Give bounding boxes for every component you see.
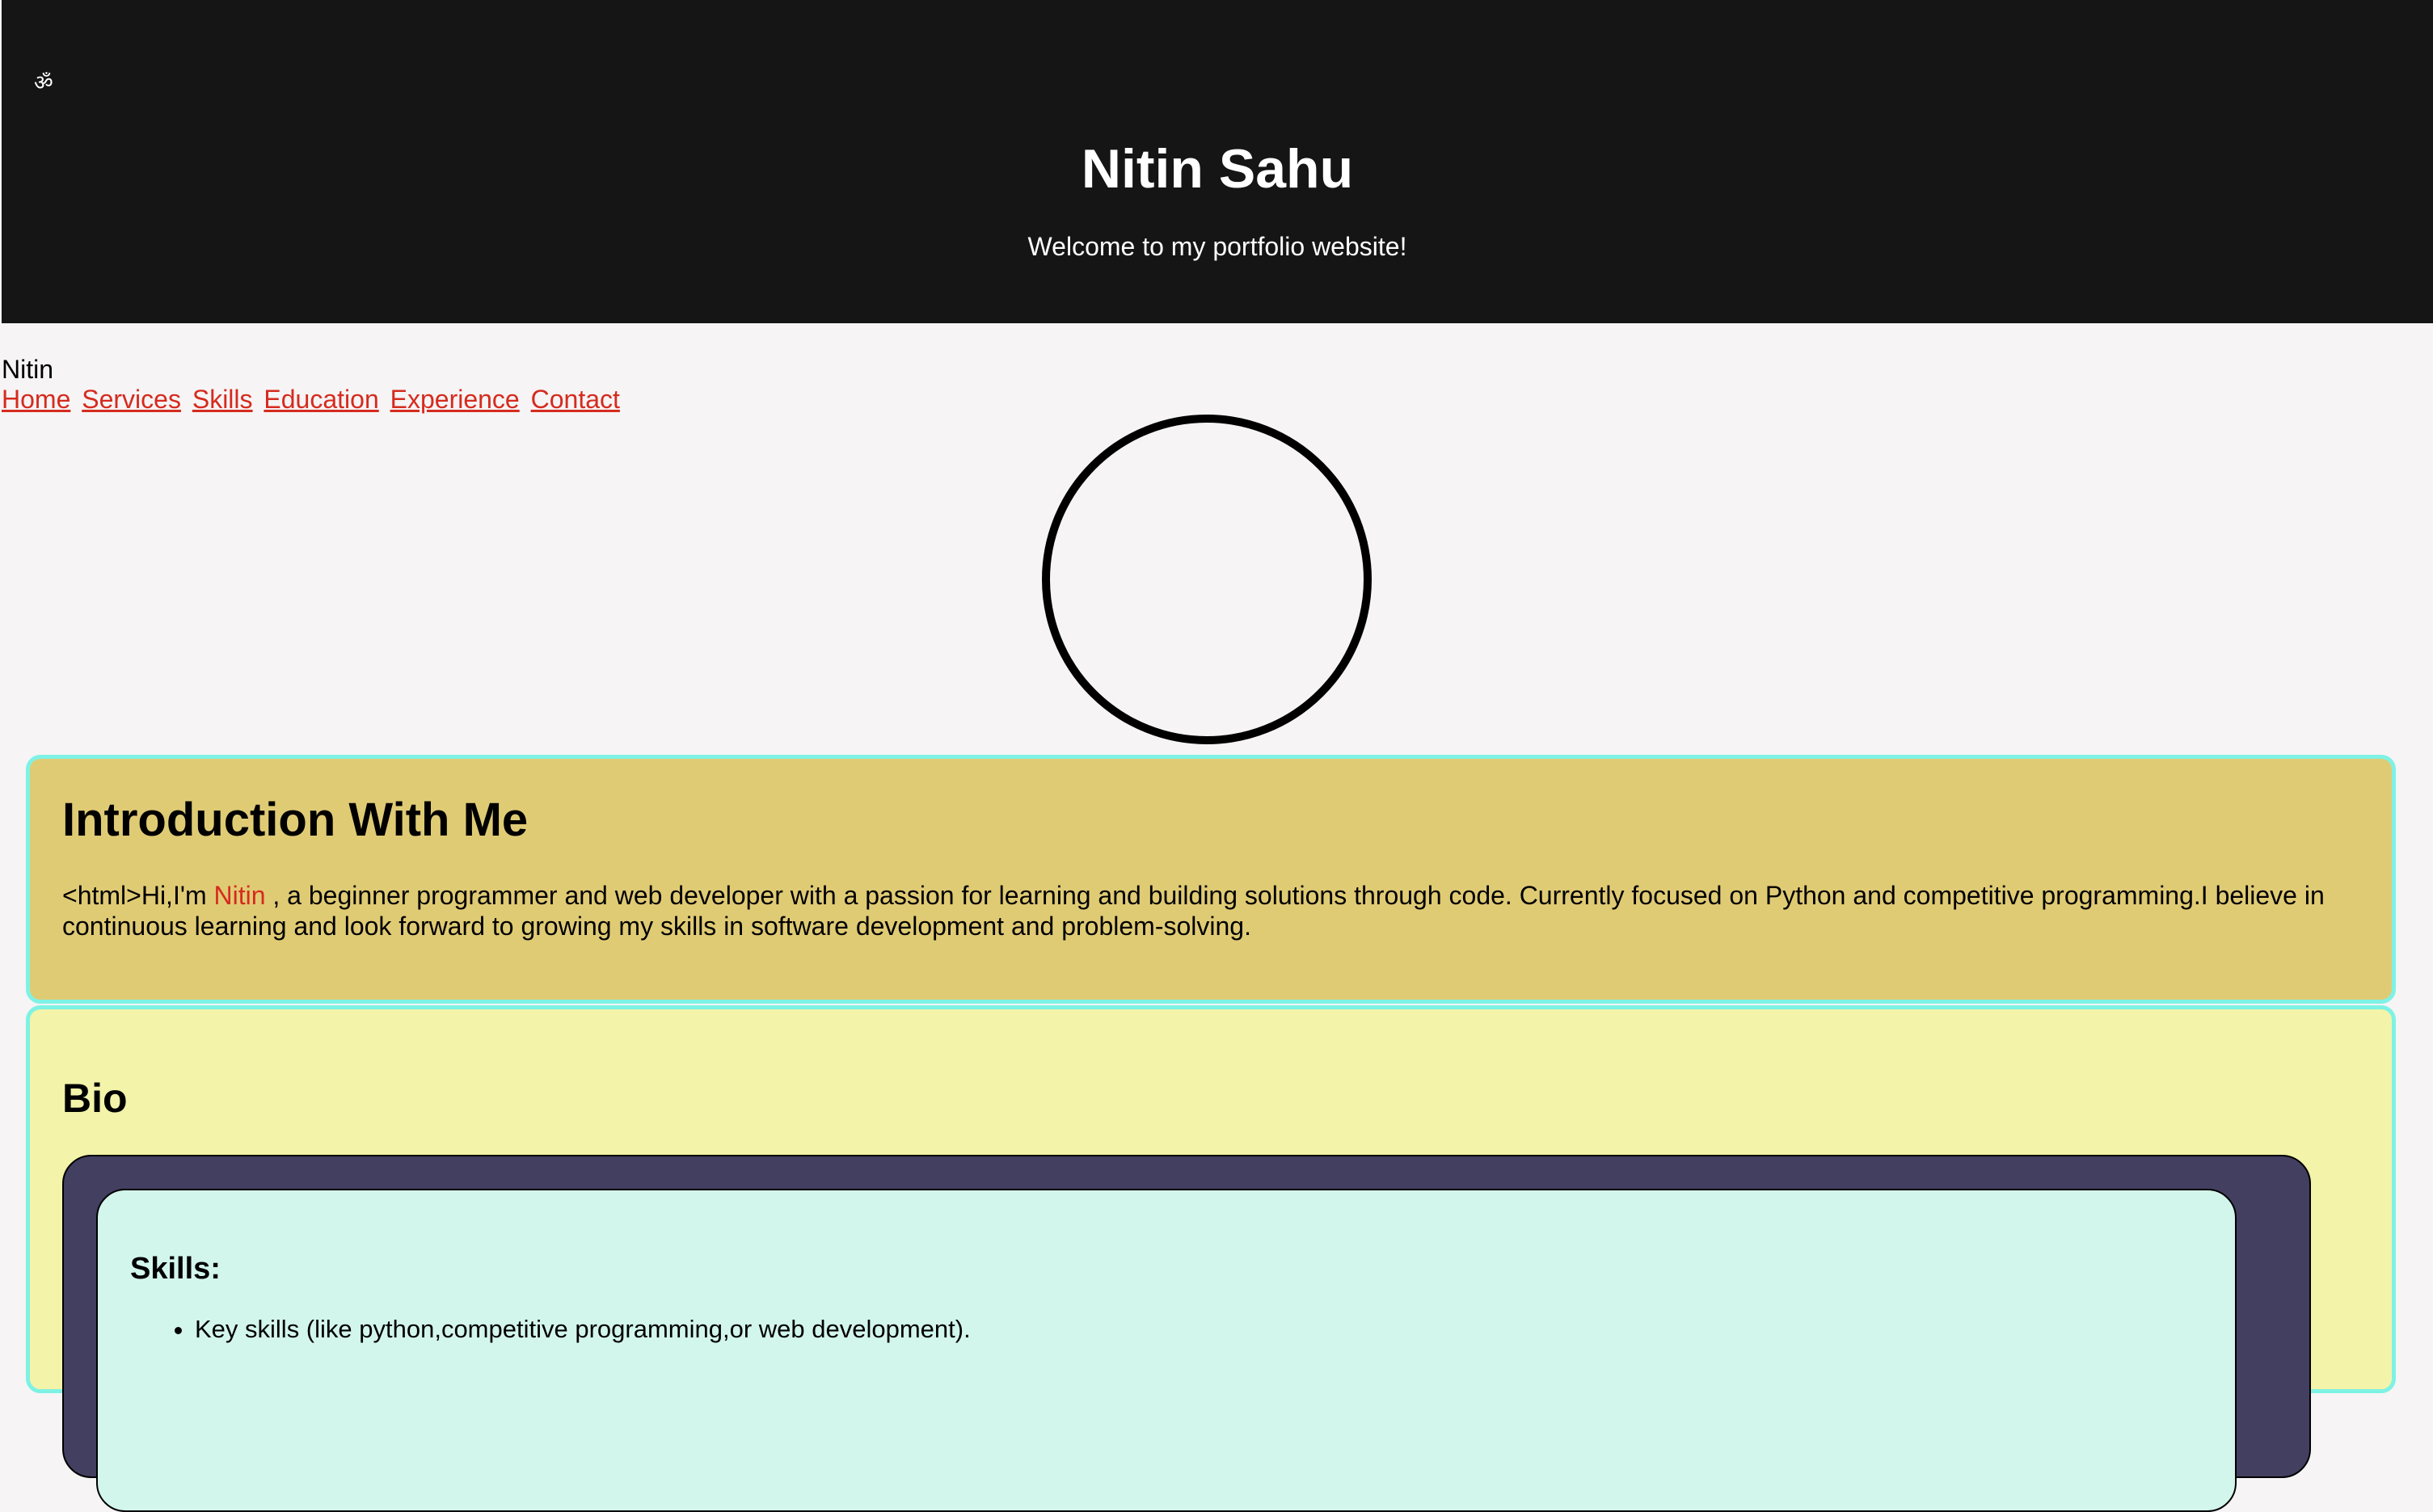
bio-outer-panel: Skills: Key skills (like python,competit… xyxy=(62,1155,2311,1512)
om-logo-icon: ॐ xyxy=(34,71,53,95)
skills-card: Skills: Key skills (like python,competit… xyxy=(96,1189,2237,1512)
main-nav: Home Services Skills Education Experienc… xyxy=(2,383,624,415)
site-header: ॐ Nitin Sahu Welcome to my portfolio web… xyxy=(2,0,2433,323)
site-subtitle: Welcome to my portfolio website! xyxy=(1027,232,1407,261)
site-title: Nitin Sahu xyxy=(1081,138,1354,200)
profile-avatar xyxy=(1042,415,1372,744)
intro-section: Introduction With Me <html>Hi,I'm Nitin … xyxy=(26,755,2396,1004)
intro-name-highlight: Nitin xyxy=(213,881,266,910)
intro-text-rest: , a beginner programmer and web develope… xyxy=(62,881,2325,941)
brand-name: Nitin xyxy=(2,355,54,384)
skills-list-item: Key skills (like python,competitive prog… xyxy=(195,1313,971,1346)
bio-heading: Bio xyxy=(62,1076,128,1121)
intro-text-start: <html>Hi,I'm xyxy=(62,881,214,910)
nav-link-education[interactable]: Education xyxy=(264,385,378,414)
nav-link-services[interactable]: Services xyxy=(82,385,181,414)
intro-text: <html>Hi,I'm Nitin , a beginner programm… xyxy=(62,880,2343,941)
nav-link-experience[interactable]: Experience xyxy=(390,385,520,414)
nav-link-skills[interactable]: Skills xyxy=(192,385,253,414)
skills-list: Key skills (like python,competitive prog… xyxy=(130,1313,971,1346)
nav-link-home[interactable]: Home xyxy=(2,385,70,414)
bio-section: Bio Skills: Key skills (like python,comp… xyxy=(26,1005,2396,1512)
intro-heading: Introduction With Me xyxy=(62,794,529,846)
nav-link-contact[interactable]: Contact xyxy=(531,385,620,414)
skills-heading: Skills: xyxy=(130,1252,221,1286)
